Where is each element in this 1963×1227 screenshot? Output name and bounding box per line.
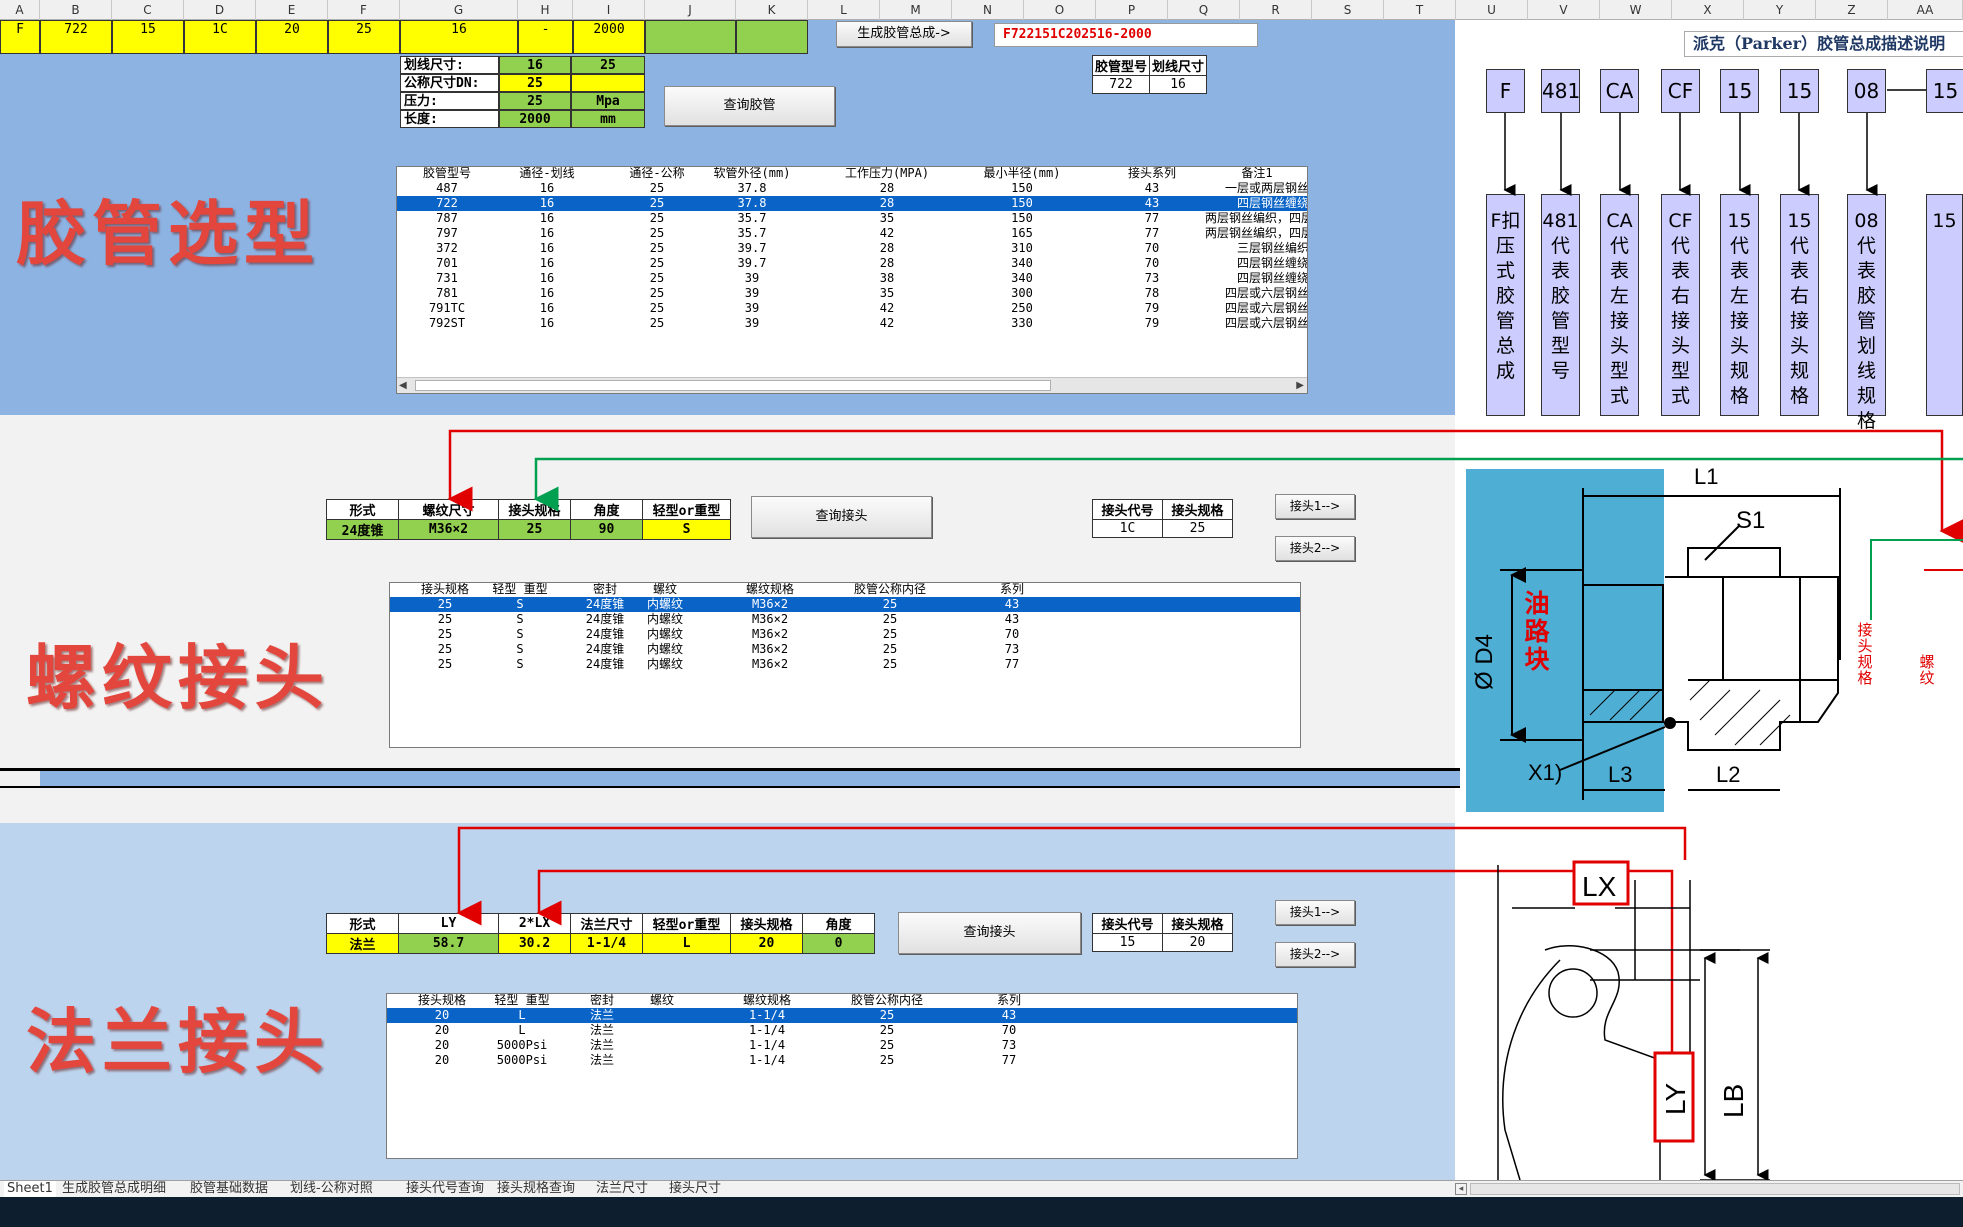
dim-LB-label: LB [1718,1084,1749,1118]
flange-drawing: LX LY LB [1497,860,1770,1181]
sheet-tab[interactable]: 法兰尺寸 [596,1181,648,1198]
sheet-tab[interactable]: 接头尺寸 [669,1181,721,1198]
sheet-tab[interactable]: 划线-公称对照 [290,1181,373,1198]
sheet-tab[interactable]: Sheet1 [4,1181,56,1198]
sheet-tab-bar: ◂ Sheet1 生成胶管总成明细 胶管基础数据 划线-公称对照 接头代号查询 接头规格查… [0,1180,1963,1198]
dim-LX-label: LX [1582,871,1617,902]
sheet-tab[interactable]: 接头规格查询 [497,1181,575,1198]
dim-L3-label: L3 [1608,762,1632,787]
connector-lines: L1 S1 Ø D4 X1) L3 L2 LX LY LB [447,89,1963,1181]
horizontal-scrollbar[interactable] [1470,1183,1960,1195]
dim-LY-label: LY [1660,1083,1691,1115]
tab-scroll-icon[interactable]: ◂ [1455,1183,1467,1195]
dim-S1-label: S1 [1736,507,1765,534]
spreadsheet-window: A B C D E F G H I J K L M N O P Q R S T U V W X Y Z AA F 722 15 1C 20 2… [0,0,1963,1227]
fitting-spec-callout: 接头规格 [1856,621,1874,687]
dim-D4-label: Ø D4 [1471,634,1498,690]
dim-X1-label: X1) [1528,760,1562,785]
taskbar [0,1197,1963,1227]
thread-callout: 螺纹 [1918,653,1936,687]
oil-block-label: 油路块 [1524,589,1550,674]
sheet-tab[interactable]: 胶管基础数据 [190,1181,268,1198]
dim-L2-label: L2 [1716,762,1740,787]
sheet-tab[interactable]: 接头代号查询 [406,1181,484,1198]
sheet-tab[interactable]: 生成胶管总成明细 [62,1181,166,1198]
dim-L1-label: L1 [1694,464,1718,489]
